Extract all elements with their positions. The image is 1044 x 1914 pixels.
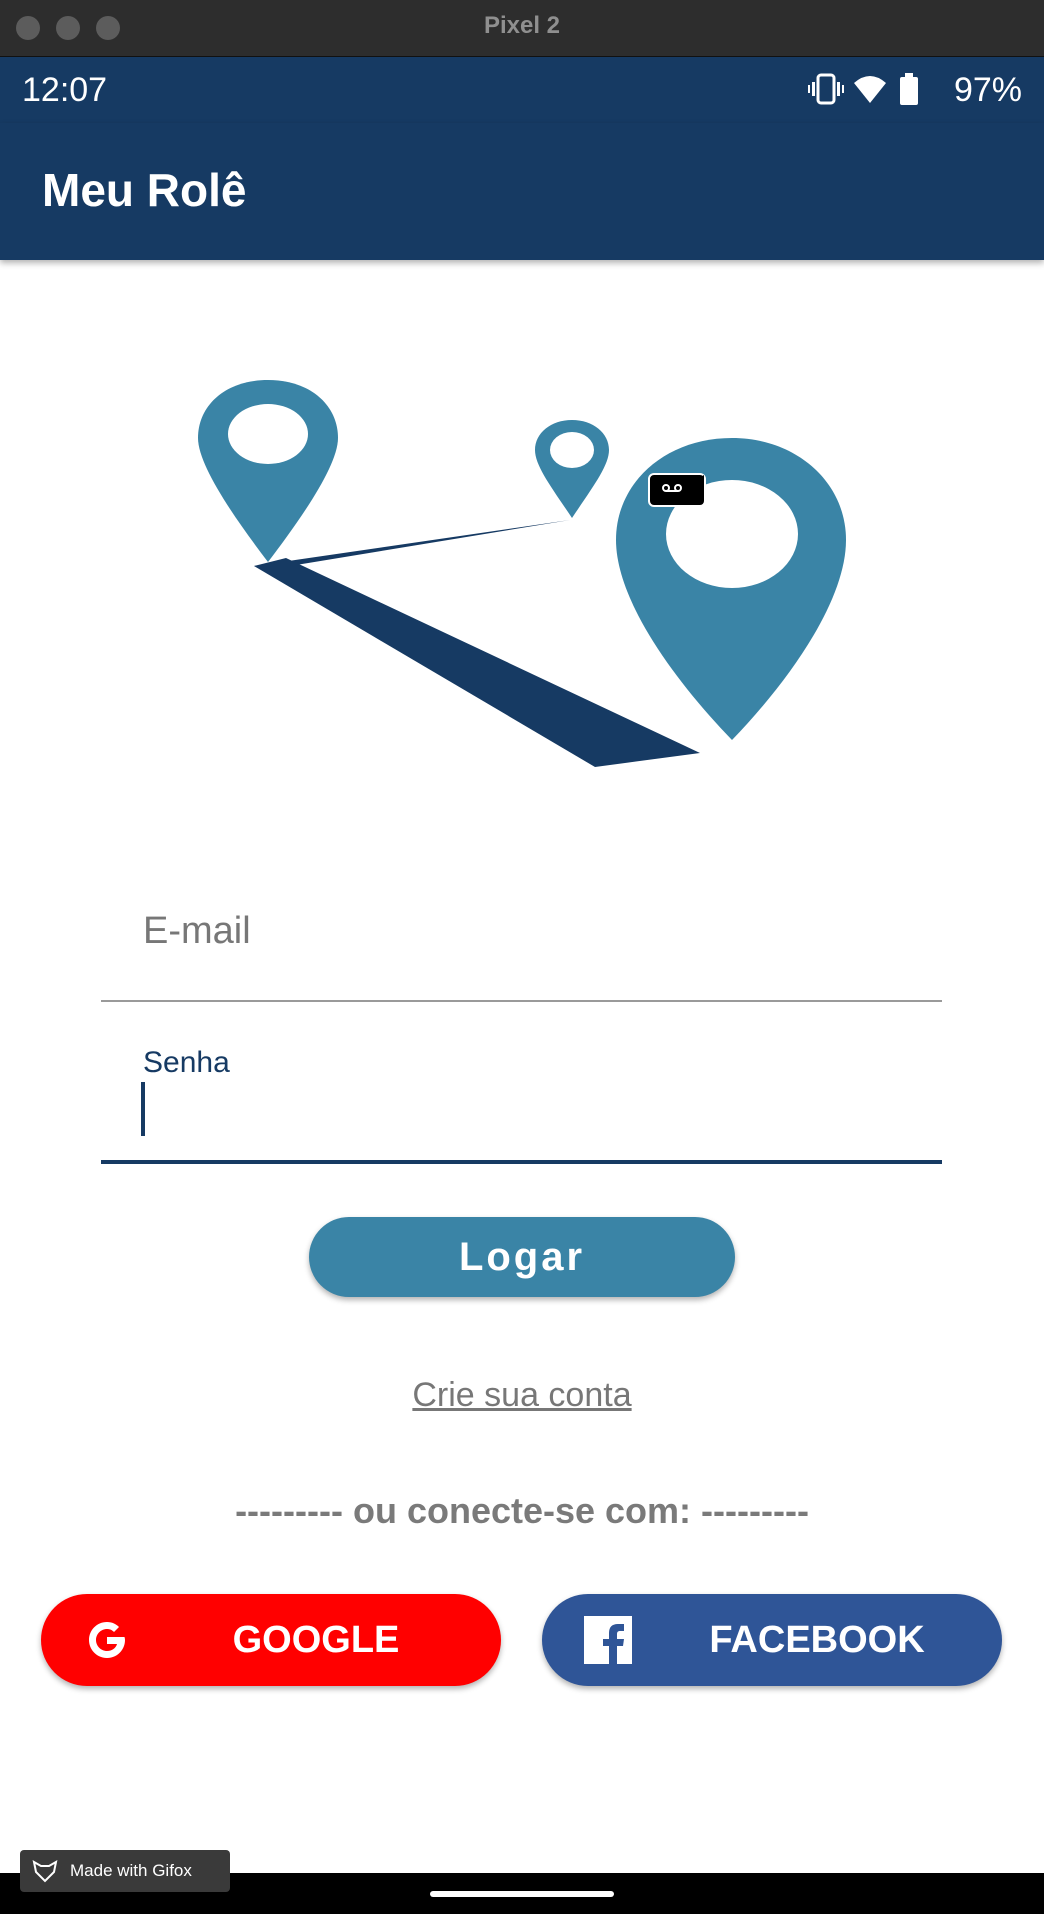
pin-large-left-icon (198, 380, 338, 562)
status-icons (808, 73, 918, 105)
app-bar: Meu Rolê (0, 123, 1044, 260)
battery-percentage: 97% (953, 71, 1022, 109)
gifox-watermark-text: Made with Gifox (70, 1861, 192, 1880)
screen-record-icon (648, 473, 706, 507)
wifi-icon (854, 76, 886, 103)
emulator-title-bar: Pixel 2 (0, 0, 1044, 57)
fox-icon (32, 1860, 58, 1883)
battery-icon (900, 73, 918, 105)
login-button[interactable]: Logar (309, 1217, 735, 1297)
create-account-link[interactable]: Crie sua conta (0, 1376, 1044, 1415)
email-placeholder: E-mail (143, 910, 251, 952)
google-login-button[interactable]: GOOGLE (41, 1594, 501, 1686)
home-gesture-handle[interactable] (430, 1891, 614, 1897)
facebook-icon (584, 1616, 632, 1664)
facebook-button-label: FACEBOOK (709, 1619, 925, 1661)
map-pins-illustration (198, 380, 846, 767)
password-label: Senha (143, 1046, 230, 1079)
text-cursor (141, 1082, 145, 1136)
app-title: Meu Rolê (42, 164, 247, 216)
pin-small-middle-icon (535, 420, 609, 518)
vibrate-icon (808, 73, 844, 105)
email-field[interactable]: E-mail (101, 880, 942, 1002)
social-divider-text: --------- ou conecte-se com: --------- (235, 1490, 809, 1531)
status-time: 12:07 (22, 71, 108, 109)
google-icon (89, 1622, 125, 1658)
password-field[interactable]: Senha (101, 1030, 942, 1164)
status-bar: 12:07 97% (0, 57, 1044, 123)
gifox-watermark: Made with Gifox (20, 1850, 230, 1892)
google-button-label: GOOGLE (232, 1619, 400, 1661)
facebook-login-button[interactable]: FACEBOOK (542, 1594, 1002, 1686)
window-title: Pixel 2 (483, 12, 561, 39)
route-path-branch (254, 520, 570, 566)
